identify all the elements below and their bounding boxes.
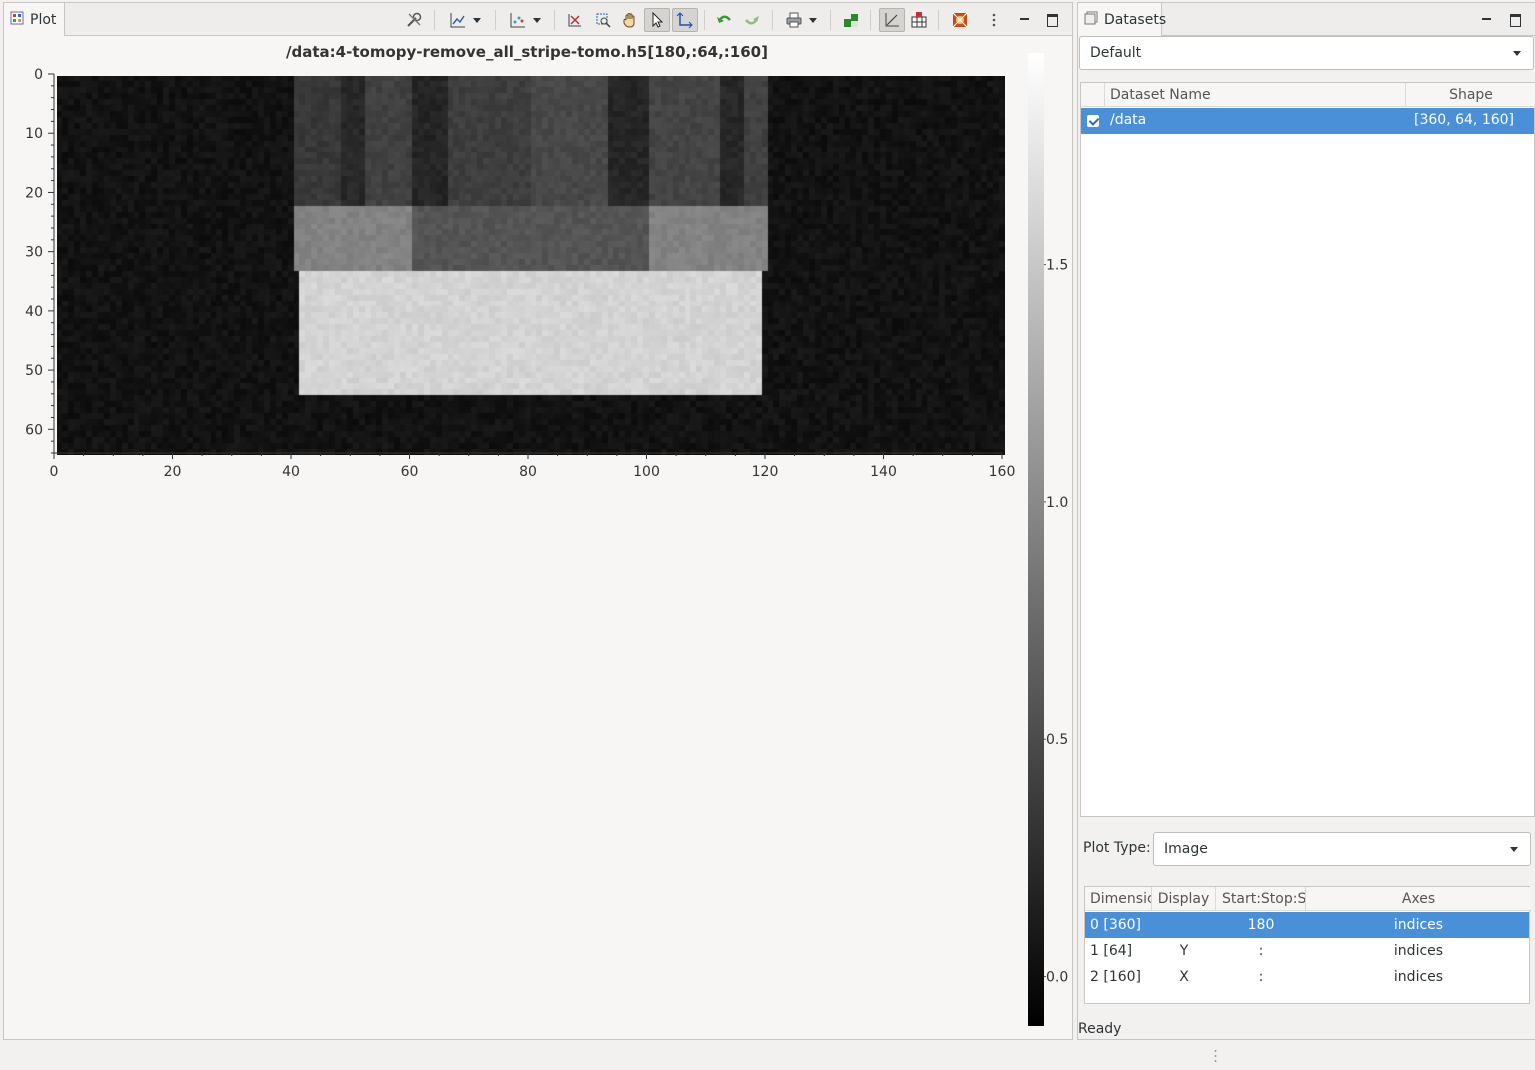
x-tick-label: 20 <box>164 464 182 480</box>
y-tick-label: 0 <box>34 67 43 83</box>
dimension-header[interactable]: Dimensic <box>1085 887 1152 911</box>
preset-select-value: Default <box>1090 45 1142 61</box>
slice-header[interactable]: Start:Stop:S <box>1216 887 1306 911</box>
maximize-icon[interactable] <box>1507 11 1523 27</box>
table-row[interactable]: 2 [160] X : indices <box>1085 964 1529 990</box>
y-tick-label: 30 <box>25 245 43 261</box>
x-tick-label: 160 <box>989 464 1016 480</box>
plot-axes: 0 20 40 60 80 100 120 140 160 0 10 20 30 40 50 60 0.0 0.5… <box>25 67 1068 1025</box>
dim-slice[interactable]: 180 <box>1216 912 1306 938</box>
dataset-checkbox[interactable] <box>1087 115 1099 127</box>
dataset-name: /data <box>1110 112 1147 128</box>
x-tick-label: 0 <box>50 464 59 480</box>
dataset-shape: [360, 64, 160] <box>1414 112 1514 128</box>
dim-display[interactable]: Y <box>1152 938 1216 964</box>
axes-header[interactable]: Axes <box>1306 887 1531 911</box>
x-tick-label: 60 <box>401 464 419 480</box>
colorbar-tick-label: 0.0 <box>1046 970 1068 986</box>
display-header[interactable]: Display <box>1152 887 1216 911</box>
dim-slice[interactable]: : <box>1216 964 1306 990</box>
check-column-header <box>1081 83 1105 107</box>
dataset-preset-select[interactable]: Default <box>1079 36 1534 70</box>
colorbar-tick-label: 1.0 <box>1046 495 1068 511</box>
tab-datasets[interactable]: Datasets <box>1078 3 1166 36</box>
datasets-tab-icon <box>1084 11 1098 29</box>
dim-index: 1 [64] <box>1090 943 1133 959</box>
x-tick-label: 120 <box>752 464 779 480</box>
dim-index: 2 [160] <box>1090 969 1142 985</box>
y-tick-label: 60 <box>25 422 43 438</box>
dim-display[interactable]: X <box>1152 964 1216 990</box>
datasets-tab-label: Datasets <box>1104 11 1167 28</box>
plot-panel: Plot /data:4-tomopy-remove_all_stripe-to… <box>3 2 1073 1040</box>
dimension-table: Dimensic Display Start:Stop:S Axes 0 [36… <box>1084 886 1531 1004</box>
minimize-icon[interactable] <box>1479 11 1495 27</box>
y-tick-label: 40 <box>25 304 43 320</box>
plot-type-select[interactable]: Image <box>1153 832 1531 866</box>
plot-type-value: Image <box>1164 841 1208 857</box>
y-tick-label: 50 <box>25 363 43 379</box>
x-tick-label: 40 <box>282 464 300 480</box>
colorbar <box>1028 53 1044 1026</box>
colorbar-tick-label: 1.5 <box>1046 258 1068 274</box>
y-tick-label: 10 <box>25 126 43 142</box>
plot-type-label: Plot Type: <box>1083 840 1151 856</box>
dim-axes[interactable]: indices <box>1306 938 1531 964</box>
datasets-tabbar: Datasets <box>1078 3 1535 36</box>
table-row[interactable]: 1 [64] Y : indices <box>1085 938 1529 964</box>
x-tick-label: 80 <box>519 464 537 480</box>
dataset-table: Dataset Name Shape /data [360, 64, 160] <box>1080 82 1535 817</box>
datasets-panel: Datasets Default Dataset Name Shape /dat… <box>1077 2 1535 1040</box>
dim-axes[interactable]: indices <box>1306 964 1531 990</box>
dim-axes[interactable]: indices <box>1306 912 1531 938</box>
dataset-name-header[interactable]: Dataset Name <box>1105 83 1406 107</box>
table-row[interactable]: 0 [360] 180 indices <box>1085 912 1529 938</box>
dim-slice[interactable]: : <box>1216 938 1306 964</box>
chevron-down-icon <box>1513 51 1521 56</box>
y-tick-label: 20 <box>25 185 43 201</box>
shape-header[interactable]: Shape <box>1406 83 1535 107</box>
table-row[interactable]: /data [360, 64, 160] <box>1081 108 1534 134</box>
x-tick-label: 100 <box>633 464 660 480</box>
dim-index: 0 [360] <box>1090 917 1142 933</box>
resize-grip-icon[interactable] <box>1214 1049 1217 1063</box>
colorbar-tick-label: 0.5 <box>1046 732 1068 748</box>
status-text: Ready <box>1078 1021 1122 1037</box>
x-tick-label: 140 <box>870 464 897 480</box>
chevron-down-icon <box>1510 847 1518 852</box>
